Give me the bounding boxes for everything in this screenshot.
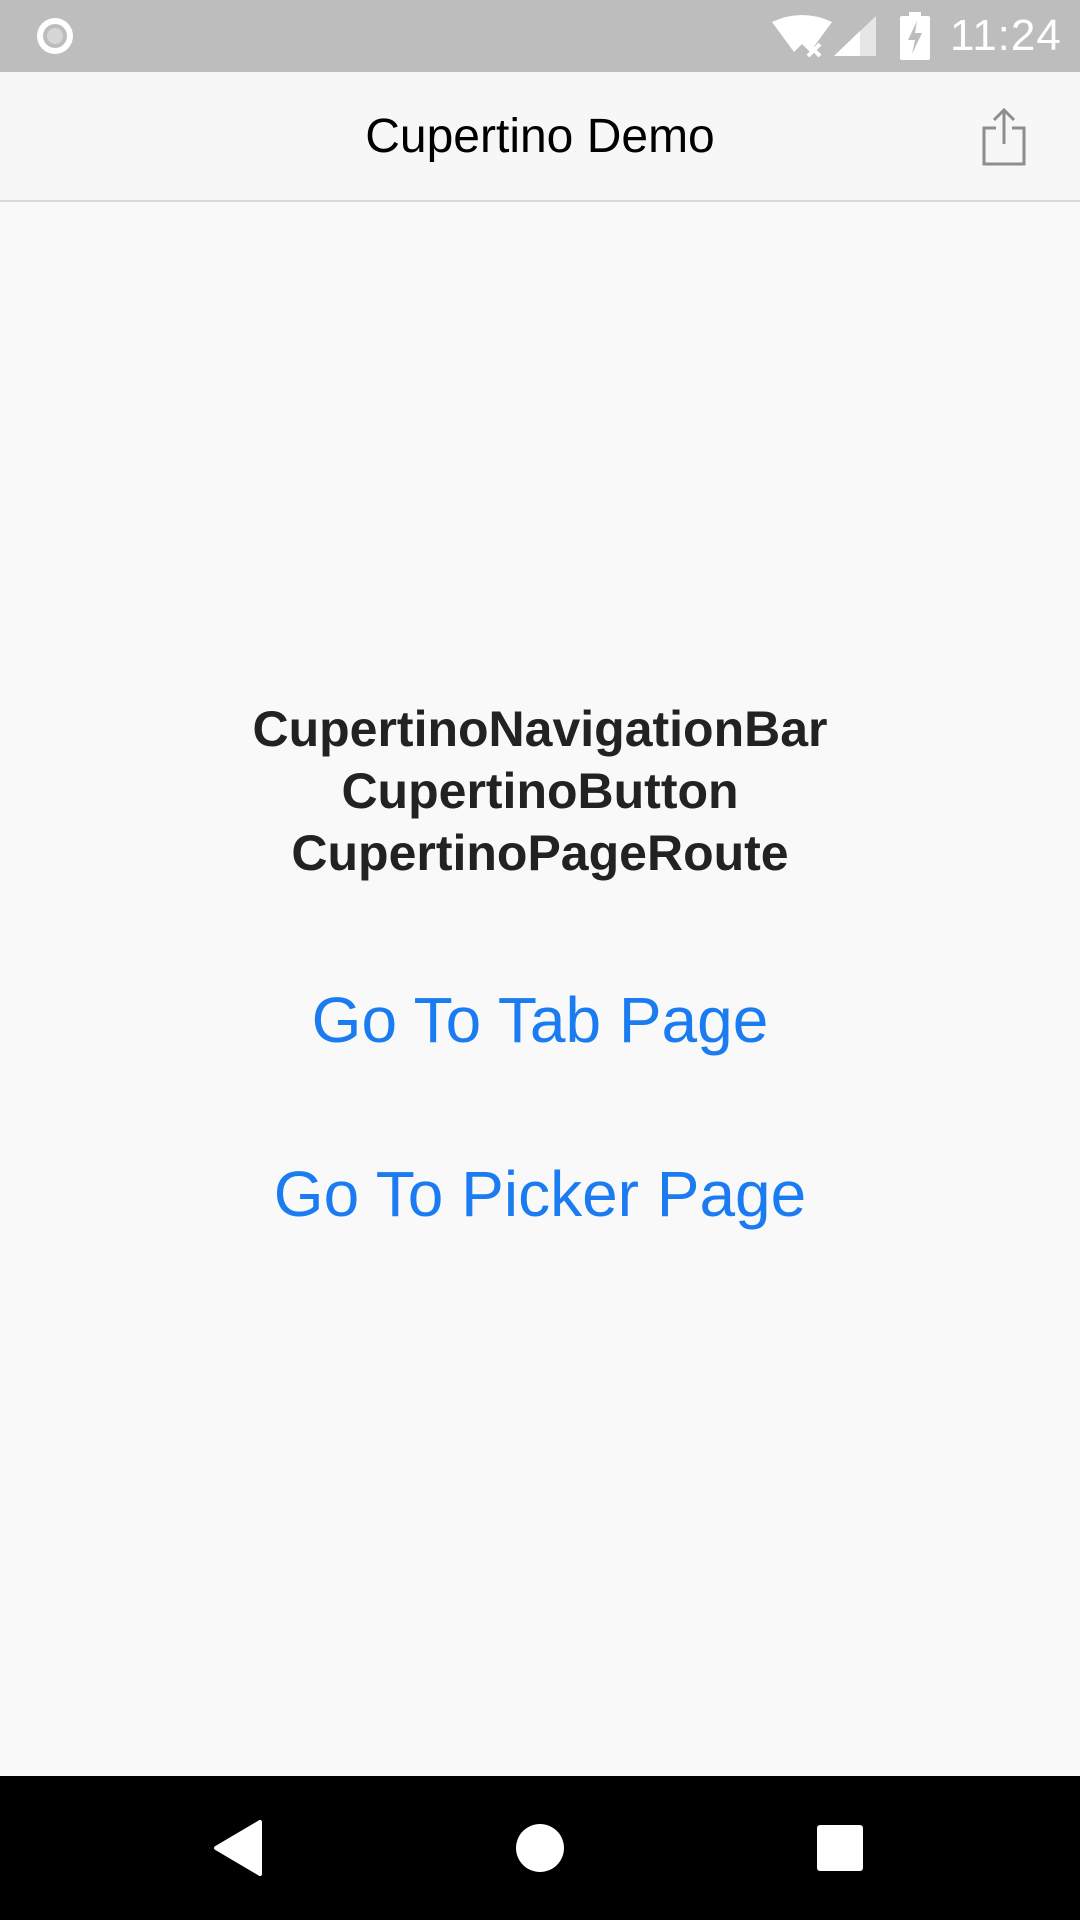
home-icon[interactable] <box>500 1808 580 1888</box>
widget-name: CupertinoPageRoute <box>291 825 789 881</box>
status-icons: 11:24 <box>760 0 1080 72</box>
status-bar: 11:24 <box>0 0 1080 72</box>
page-content: CupertinoNavigationBar CupertinoButton C… <box>0 202 1080 1776</box>
widget-name: CupertinoNavigationBar <box>252 701 828 757</box>
page-title: Cupertino Demo <box>365 110 715 163</box>
battery-charging-icon <box>900 12 930 60</box>
widgets-list: CupertinoNavigationBar CupertinoButton C… <box>0 698 1080 884</box>
status-time: 11:24 <box>950 11 1062 60</box>
app-screen: 11:24 Cupertino Demo CupertinoNavigation… <box>0 0 1080 1920</box>
wifi-icon <box>772 15 832 58</box>
back-icon[interactable] <box>202 1808 282 1888</box>
go-to-tab-page-button[interactable]: Go To Tab Page <box>0 980 1080 1060</box>
record-icon <box>37 18 73 54</box>
recents-icon[interactable] <box>800 1808 880 1888</box>
signal-icon <box>834 16 876 56</box>
widget-name: CupertinoButton <box>341 763 739 819</box>
go-to-picker-page-button[interactable]: Go To Picker Page <box>0 1154 1080 1234</box>
share-icon[interactable] <box>980 106 1028 168</box>
system-navigation-bar <box>0 1776 1080 1920</box>
navigation-bar: Cupertino Demo <box>0 72 1080 202</box>
